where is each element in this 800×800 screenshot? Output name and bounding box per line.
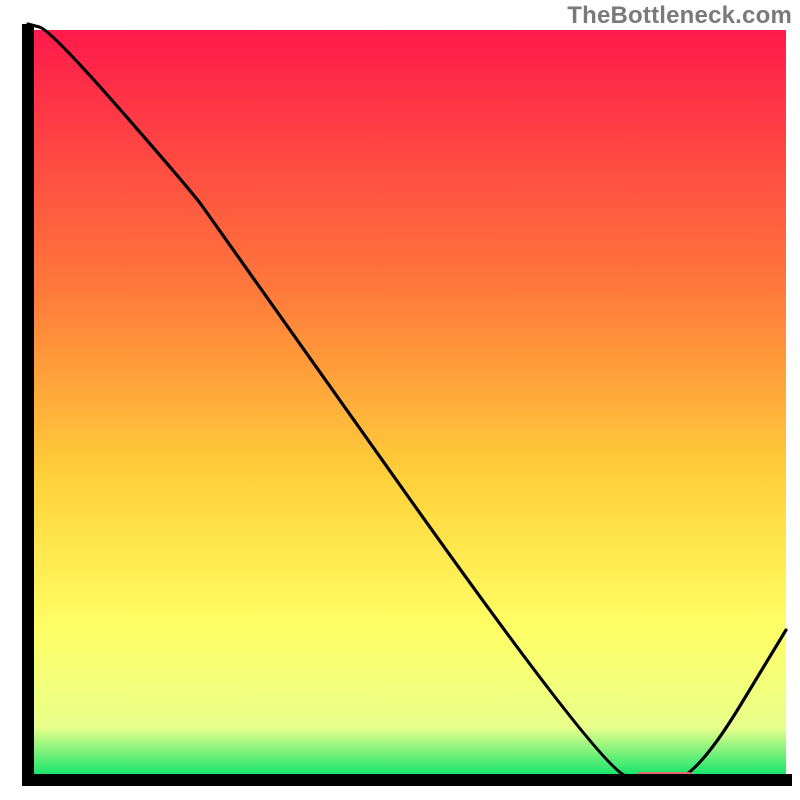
plot-background [28, 30, 786, 780]
bottleneck-chart [0, 0, 800, 800]
chart-container: { "watermark": "TheBottleneck.com", "col… [0, 0, 800, 800]
